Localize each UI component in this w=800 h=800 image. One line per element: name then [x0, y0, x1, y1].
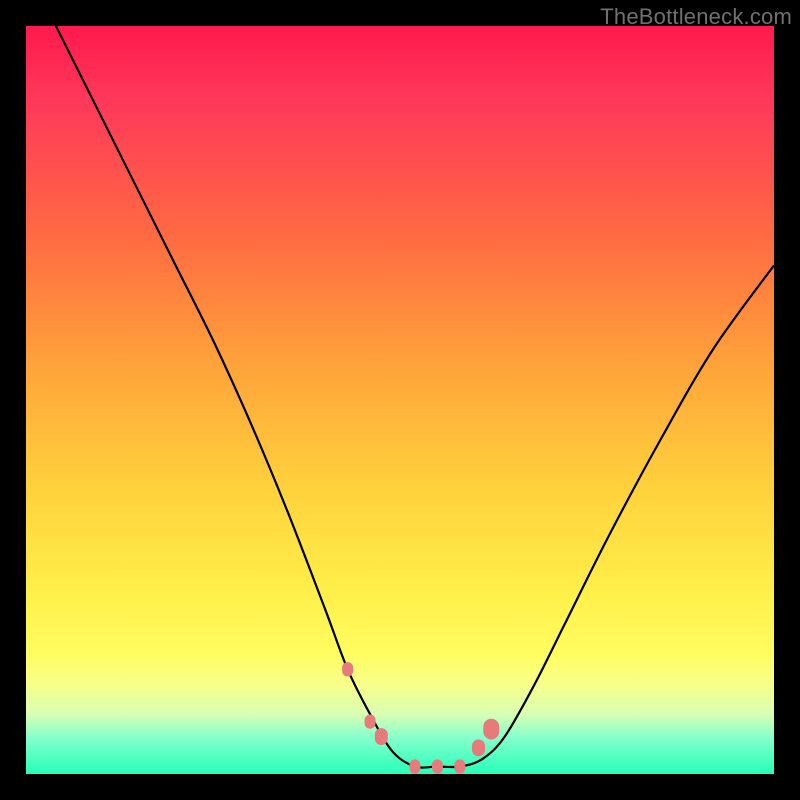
bead-group — [342, 662, 499, 774]
curve-layer — [26, 26, 774, 774]
bottleneck-curve — [56, 26, 774, 768]
bead-marker — [342, 662, 353, 676]
chart-frame: TheBottleneck.com — [0, 0, 800, 800]
bead-marker — [432, 759, 443, 773]
bead-marker — [365, 714, 376, 728]
plot-area — [26, 26, 774, 774]
bead-marker — [472, 739, 485, 756]
bead-marker — [483, 719, 499, 740]
bead-marker — [375, 728, 388, 745]
bead-marker — [454, 759, 465, 773]
watermark-text: TheBottleneck.com — [600, 4, 792, 30]
bead-marker — [409, 759, 420, 773]
